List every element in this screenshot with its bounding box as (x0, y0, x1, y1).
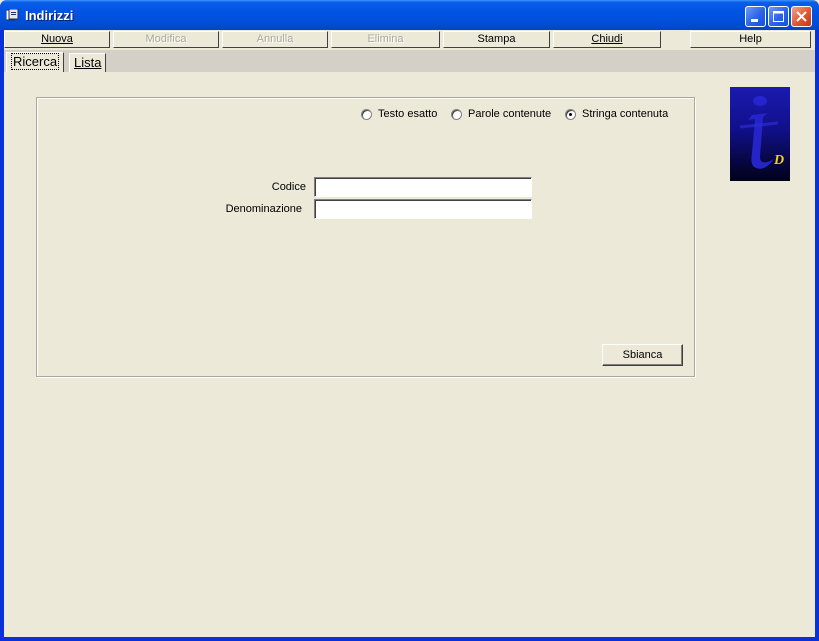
app-icon[interactable] (5, 8, 19, 21)
window-title: Indirizzi (25, 8, 74, 23)
app-window: Indirizzi Nuova Modifica Annulla Elimina… (0, 0, 819, 641)
help-label: Help (739, 33, 762, 45)
denominazione-label: Denominazione (225, 203, 302, 215)
tab-strip: Ricerca Lista (4, 50, 815, 72)
codice-label: Codice (271, 181, 306, 193)
denominazione-field[interactable] (314, 199, 532, 219)
maximize-button[interactable] (768, 6, 789, 27)
minimize-button[interactable] (745, 6, 766, 27)
client-area: Nuova Modifica Annulla Elimina Stampa Ch… (4, 30, 815, 637)
sbianca-button[interactable]: Sbianca (602, 344, 683, 366)
radio-label: Parole contenute (468, 108, 552, 120)
close-button[interactable] (791, 6, 812, 27)
annulla-label: Annulla (256, 33, 294, 45)
search-frame (36, 97, 695, 377)
elimina-button[interactable]: Elimina (331, 31, 440, 48)
radio-dot-icon (569, 113, 572, 116)
radio-label: Stringa contenuta (582, 108, 669, 120)
radio-button-selected-icon (565, 109, 576, 120)
radio-button-icon (361, 109, 372, 120)
chiudi-button[interactable]: Chiudi (553, 31, 661, 48)
tab-ricerca-label: Ricerca (11, 53, 60, 70)
title-bar[interactable]: Indirizzi (0, 0, 819, 30)
tab-ricerca[interactable]: Ricerca (6, 52, 65, 72)
tab-lista[interactable]: Lista (69, 53, 107, 72)
modifica-button[interactable]: Modifica (113, 31, 219, 48)
help-button[interactable]: Help (690, 31, 811, 48)
logo-letter: D (774, 153, 785, 168)
minimize-icon (751, 19, 758, 22)
modifica-label: Modifica (145, 33, 187, 45)
close-icon (796, 11, 807, 22)
toolbar: Nuova Modifica Annulla Elimina Stampa Ch… (4, 30, 815, 50)
tab-lista-label: Lista (74, 55, 102, 70)
maximize-icon (773, 11, 784, 22)
nuova-label: Nuova (41, 33, 73, 45)
nuova-button[interactable]: Nuova (4, 31, 110, 48)
info-logo-icon: D (730, 87, 790, 181)
codice-field[interactable] (314, 177, 532, 197)
chiudi-label: Chiudi (591, 33, 623, 45)
annulla-button[interactable]: Annulla (222, 31, 328, 48)
stampa-button[interactable]: Stampa (443, 31, 550, 48)
stampa-label: Stampa (477, 33, 516, 45)
elimina-label: Elimina (367, 33, 404, 45)
radio-button-icon (451, 109, 462, 120)
radio-label: Testo esatto (378, 108, 438, 120)
